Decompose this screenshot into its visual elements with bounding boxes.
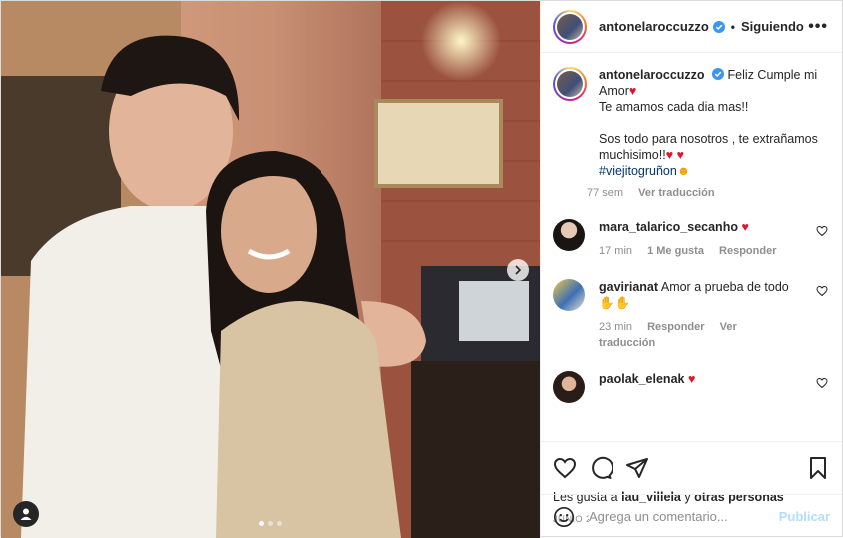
avatar[interactable] [553, 219, 585, 251]
caption-text: antonelaroccuzzo Feliz Cumple mi Amor♥ T… [599, 67, 831, 179]
carousel-dot [259, 521, 264, 526]
separator: • [730, 19, 735, 34]
carousel-dot [277, 521, 282, 526]
caption-time[interactable]: 77 sem [587, 187, 623, 199]
avatar[interactable] [553, 9, 587, 44]
add-comment-bar: Publicar [541, 494, 842, 538]
heart-outline-icon[interactable] [816, 225, 828, 237]
more-options-icon[interactable]: ••• [808, 18, 828, 36]
comment-item: paolak_elenak ♥ [553, 371, 828, 403]
comment-input[interactable] [589, 509, 779, 524]
carousel-dot [268, 521, 273, 526]
next-photo-button[interactable] [507, 259, 529, 281]
heart-outline-icon[interactable] [816, 377, 828, 389]
red-heart-icon: ♥ [628, 84, 637, 98]
comment-time[interactable]: 23 min [599, 321, 632, 333]
post-header: antonelaroccuzzo • Siguiendo ••• [541, 1, 842, 53]
verified-badge-icon [712, 20, 725, 33]
comment-text: Amor a prueba de todo [660, 280, 789, 294]
avatar[interactable] [553, 371, 585, 403]
comment-username[interactable]: gavirianat [599, 280, 658, 294]
comment-item: gavirianat Amor a prueba de todo ✋✋ 23 m… [553, 279, 828, 351]
chevron-right-icon [515, 265, 522, 275]
post-photo[interactable] [1, 1, 540, 538]
photo-image [1, 1, 540, 538]
clapping-hands-emoji-icon: ✋✋ [599, 296, 631, 310]
comment-time[interactable]: 17 min [599, 245, 632, 257]
comment-meta: 23 min Responder Ver traducción [599, 319, 807, 351]
comments-list[interactable]: antonelaroccuzzo Feliz Cumple mi Amor♥ T… [541, 53, 842, 441]
emoji-smile-icon[interactable] [553, 506, 575, 528]
comment-username[interactable]: mara_talarico_secanho [599, 220, 738, 234]
save-bookmark-icon[interactable] [806, 456, 830, 480]
reply-button[interactable]: Responder [647, 321, 704, 333]
caption: antonelaroccuzzo Feliz Cumple mi Amor♥ T… [553, 67, 828, 199]
tagged-users-button[interactable] [13, 501, 39, 527]
red-heart-icon: ♥ [741, 220, 749, 234]
heart-eyes-emoji-icon: ☻ [676, 164, 690, 178]
comment-icon[interactable] [589, 456, 613, 480]
caption-username[interactable]: antonelaroccuzzo [599, 68, 705, 82]
header-username[interactable]: antonelaroccuzzo [599, 19, 709, 34]
publish-button[interactable]: Publicar [779, 509, 830, 524]
caption-line-3: Sos todo para nosotros , te extrañamos m… [599, 132, 818, 162]
comment-username[interactable]: paolak_elenak [599, 372, 684, 386]
reply-button[interactable]: Responder [719, 245, 776, 257]
avatar[interactable] [553, 67, 587, 101]
comment-meta: 17 min 1 Me gusta Responder [599, 243, 807, 259]
post-sidebar: antonelaroccuzzo • Siguiendo ••• antonel… [540, 1, 842, 538]
translate-link[interactable]: Ver traducción [638, 187, 714, 199]
verified-badge-icon [712, 68, 725, 80]
red-heart-icon: ♥ ♥ [665, 148, 685, 162]
comment-item: mara_talarico_secanho ♥ 17 min 1 Me gust… [553, 219, 828, 259]
user-icon [20, 508, 32, 520]
red-heart-icon: ♥ [687, 372, 696, 386]
like-heart-icon[interactable] [553, 456, 577, 480]
following-button[interactable]: Siguiendo [741, 19, 804, 34]
share-paper-plane-icon[interactable] [625, 456, 649, 480]
caption-meta: 77 sem Ver traducción [587, 187, 831, 199]
avatar[interactable] [553, 279, 585, 311]
carousel-indicator [259, 521, 282, 526]
caption-line-2: Te amamos cada dia mas!! [599, 100, 749, 114]
action-icons [553, 448, 830, 488]
heart-outline-icon[interactable] [816, 285, 828, 297]
comment-likes[interactable]: 1 Me gusta [647, 245, 704, 257]
post-modal: antonelaroccuzzo • Siguiendo ••• antonel… [0, 0, 843, 538]
hashtag-link[interactable]: #viejitogruñon [599, 164, 677, 178]
